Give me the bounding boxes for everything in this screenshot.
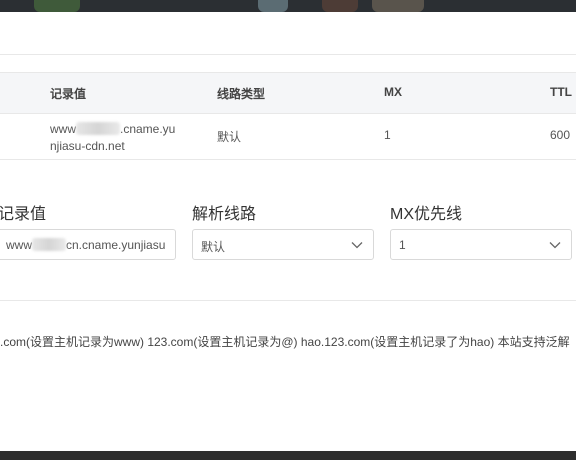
record-value-suffix: cn.cname.yunjiasu [66, 238, 166, 252]
ttl-cell: 600 [550, 128, 571, 142]
redacted-segment [32, 238, 66, 251]
column-header-mx: MX [384, 85, 402, 99]
record-suffix: .cname.yu [120, 122, 176, 136]
record-prefix: www [50, 122, 76, 136]
host-record-hint: .com(设置主机记录为www) 123.com(设置主机记录为@) hao.1… [0, 335, 570, 349]
mx-cell: 1 [384, 128, 391, 142]
mx-priority-select[interactable]: 1 [390, 229, 572, 260]
mx-priority-label: MX优先线 [390, 206, 463, 223]
line-type-cell: 默认 [217, 130, 242, 144]
table-row: www .cname.yu njiasu-cdn.net 默认 1 600 [0, 113, 576, 160]
records-table-header: 记录值 线路类型 MX TTL [0, 72, 576, 114]
record-value-cell: www .cname.yu njiasu-cdn.net [50, 121, 190, 155]
line-label: 解析线路 [192, 206, 257, 223]
column-header-line-type: 线路类型 [217, 87, 266, 101]
column-header-record-value: 记录值 [50, 87, 87, 101]
backdrop-fragment [34, 0, 80, 12]
backdrop-fragment [372, 0, 424, 12]
record-value-input[interactable]: www cn.cname.yunjiasu [0, 229, 176, 260]
mx-priority-value: 1 [399, 238, 406, 252]
section-divider [0, 300, 576, 301]
column-header-ttl: TTL [550, 85, 572, 99]
chevron-down-icon [351, 239, 363, 251]
line-select-value: 默认 [201, 240, 226, 254]
record-value-label: 记录值 [0, 206, 47, 223]
section-divider [0, 54, 576, 55]
chevron-down-icon [549, 239, 561, 251]
record-suffix-line2: njiasu-cdn.net [50, 139, 125, 153]
backdrop-bottom [0, 451, 576, 460]
redacted-segment [76, 122, 120, 135]
record-value-text: www cn.cname.yunjiasu [6, 238, 165, 252]
record-value-prefix: www [6, 238, 32, 252]
backdrop-fragment [322, 0, 358, 12]
line-select[interactable]: 默认 [192, 229, 374, 260]
backdrop-fragment [258, 0, 288, 12]
backdrop-top [0, 0, 576, 12]
